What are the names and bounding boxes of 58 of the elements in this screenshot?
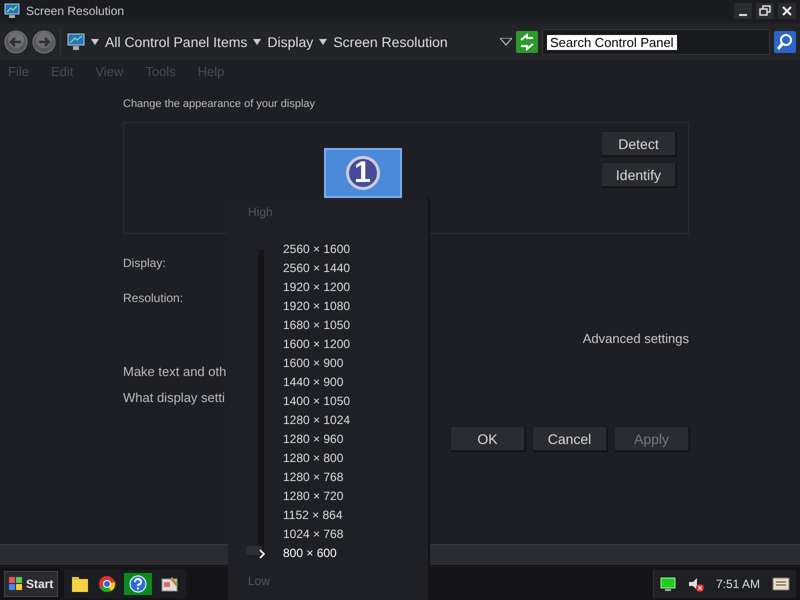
panel-button[interactable]: Identify: [601, 162, 676, 187]
resolution-option[interactable]: 1024 × 768: [279, 525, 354, 544]
dropdown-caret-icon[interactable]: [500, 38, 512, 46]
monitor-thumbnail[interactable]: 1: [324, 148, 402, 198]
monitor-icon: [4, 3, 20, 19]
resolution-option[interactable]: 1280 × 768: [279, 468, 354, 487]
search-icon[interactable]: [774, 31, 796, 53]
resolution-option[interactable]: 1280 × 960: [279, 430, 354, 449]
dialog-button[interactable]: OK: [450, 426, 525, 451]
browser-icon[interactable]: [98, 574, 116, 592]
minimize-icon[interactable]: [734, 3, 752, 19]
chevron-right-icon: [259, 549, 265, 559]
resolution-option[interactable]: 1280 × 800: [279, 449, 354, 468]
resolution-option[interactable]: 1400 × 1050: [279, 392, 354, 411]
close-icon[interactable]: [778, 3, 796, 19]
monitor-icon[interactable]: [660, 576, 676, 592]
resolution-option[interactable]: 1152 × 864: [279, 506, 354, 525]
breadcrumb-item[interactable]: Screen Resolution: [333, 34, 448, 50]
field-label: Display:: [123, 256, 166, 270]
resolution-option[interactable]: 2560 × 1440: [279, 259, 354, 278]
slider-thumb[interactable]: [246, 546, 262, 555]
resolution-option[interactable]: 1920 × 1200: [279, 278, 354, 297]
search-field[interactable]: Search Control Panel: [542, 29, 770, 55]
help-link[interactable]: Make text and oth: [123, 364, 226, 379]
notepad-icon[interactable]: [772, 576, 790, 592]
restore-icon[interactable]: [756, 3, 774, 19]
start-button[interactable]: Start: [4, 570, 58, 596]
resolution-option[interactable]: 1440 × 900: [279, 373, 354, 392]
breadcrumb-item[interactable]: All Control Panel Items: [105, 34, 248, 50]
resolution-option[interactable]: 800 × 600: [279, 544, 354, 563]
breadcrumb-item[interactable]: Display: [267, 34, 314, 50]
resolution-option[interactable]: 1280 × 720: [279, 487, 354, 506]
panel-button[interactable]: Detect: [601, 131, 676, 156]
resolution-option[interactable]: 1600 × 1200: [279, 335, 354, 354]
speaker-muted-icon[interactable]: [688, 576, 704, 592]
resolution-option[interactable]: 1280 × 1024: [279, 411, 354, 430]
advanced-settings-link[interactable]: Advanced settings: [582, 331, 689, 346]
refresh-icon[interactable]: [516, 31, 538, 53]
resolution-option[interactable]: 1920 × 1080: [279, 297, 354, 316]
forward-button-icon[interactable]: [32, 30, 56, 54]
clock[interactable]: 7:51 AM: [716, 576, 760, 590]
resolution-option[interactable]: 1680 × 1050: [279, 316, 354, 335]
resolution-option[interactable]: 1600 × 900: [279, 354, 354, 373]
paint-icon[interactable]: [160, 574, 180, 592]
dialog-button[interactable]: Cancel: [532, 426, 607, 451]
folder-icon[interactable]: [70, 574, 90, 592]
back-button-icon[interactable]: [4, 30, 28, 54]
caret-down-icon[interactable]: [319, 39, 328, 45]
caret-down-icon[interactable]: [91, 39, 99, 45]
windows-logo-icon: [9, 576, 23, 590]
monitor-icon: [67, 33, 85, 51]
help-icon[interactable]: [124, 572, 152, 594]
page-heading: Change the appearance of your display: [123, 98, 316, 110]
window-title: Screen Resolution: [26, 4, 126, 18]
resolution-option[interactable]: 2560 × 1600: [279, 240, 354, 259]
help-link[interactable]: What display setti: [123, 390, 225, 405]
caret-down-icon[interactable]: [253, 39, 262, 45]
field-label: Resolution:: [123, 291, 184, 305]
